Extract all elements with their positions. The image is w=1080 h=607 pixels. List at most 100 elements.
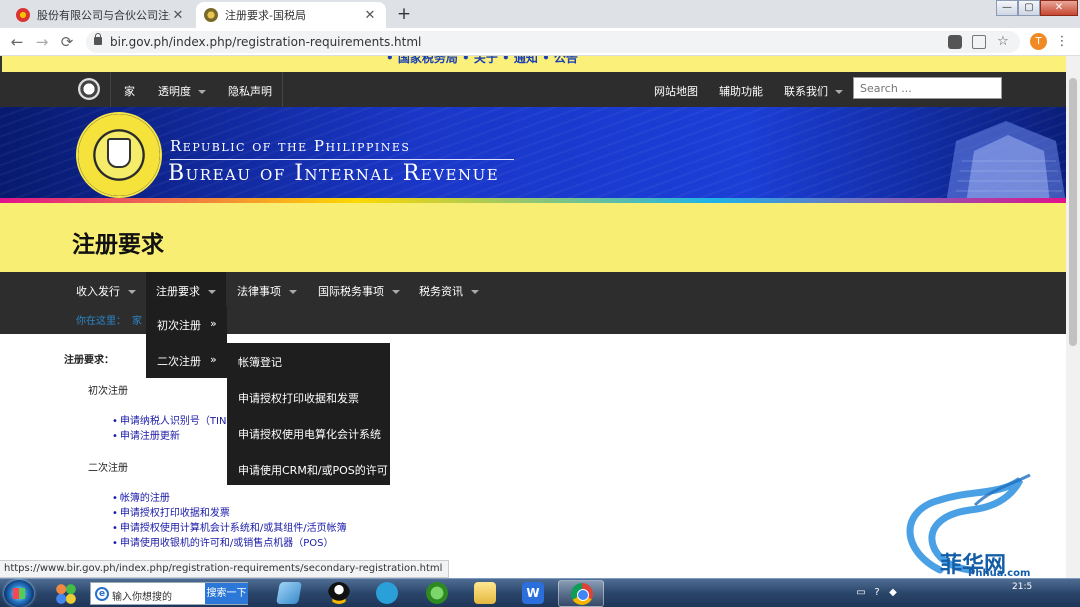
taskbar-app-files[interactable] bbox=[266, 580, 312, 607]
tray-shield-icon[interactable]: ◆ bbox=[886, 586, 900, 600]
nav-transparency[interactable]: 透明度 bbox=[158, 83, 206, 99]
banner-bureau-text: Bureau of Internal Revenue bbox=[168, 161, 500, 186]
window-minimize-button[interactable]: — bbox=[996, 0, 1018, 16]
dropdown-secondary-registration[interactable]: 二次注册 » bbox=[146, 342, 227, 378]
tray-network-icon[interactable]: ▭ bbox=[854, 586, 868, 600]
folder-glass-icon bbox=[276, 582, 302, 604]
start-button[interactable] bbox=[4, 580, 34, 607]
tab-close-icon[interactable]: ✕ bbox=[170, 8, 186, 23]
announcement-text[interactable]: • 国家税务局 • 关于 • 通知 • 公告 bbox=[386, 56, 578, 66]
taskbar-app-qq[interactable] bbox=[316, 580, 362, 607]
telegram-icon bbox=[376, 582, 398, 604]
lock-icon[interactable] bbox=[94, 33, 102, 45]
bullet-icon: • bbox=[112, 493, 118, 504]
new-tab-button[interactable]: + bbox=[394, 4, 414, 24]
page-title: 注册要求 bbox=[72, 232, 164, 258]
nav-accessibility[interactable]: 辅助功能 bbox=[719, 83, 763, 99]
menu-revenue[interactable]: 收入发行 bbox=[66, 272, 146, 306]
taskbar-clock[interactable]: 21:5 bbox=[1012, 581, 1032, 593]
browser-tab[interactable]: 股份有限公司与合伙公司注册攻 ✕ bbox=[8, 2, 194, 28]
url-text[interactable]: bir.gov.ph/index.php/registration-requir… bbox=[110, 35, 421, 49]
browser-menu-icon[interactable]: ⋮ bbox=[1055, 33, 1069, 50]
profile-avatar[interactable]: T bbox=[1030, 33, 1047, 50]
submenu-print-receipts[interactable]: 申请授权打印收据和发票 bbox=[227, 379, 390, 415]
bullet-icon: • bbox=[112, 431, 118, 442]
link-text[interactable]: 帐簿的注册 bbox=[120, 493, 170, 504]
chrome-icon bbox=[571, 583, 593, 605]
taskbar-search-box[interactable]: e 输入你想搜的 搜索一下 bbox=[90, 582, 248, 605]
link-print-receipts[interactable]: • 申请授权打印收据和发票 bbox=[112, 504, 230, 519]
taskbar-app-telegram[interactable] bbox=[364, 580, 410, 607]
secondary-registration-submenu: 帐簿登记 申请授权打印收据和发票 申请授权使用电算化会计系统 申请使用CRM和/… bbox=[227, 343, 390, 485]
breadcrumb-home-link[interactable]: 家 bbox=[132, 316, 142, 327]
app-balls-icon[interactable] bbox=[54, 582, 78, 606]
browser-toolbar: ← → ⟳ bir.gov.ph/index.php/registration-… bbox=[0, 28, 1080, 56]
link-text[interactable]: 申请授权打印收据和发票 bbox=[120, 508, 230, 519]
forward-arrow-icon[interactable]: → bbox=[33, 33, 51, 51]
link-apply-tin[interactable]: • 申请纳税人识别号（TIN） bbox=[112, 412, 236, 427]
page-title-bar: 注册要求 bbox=[0, 203, 1066, 272]
tab-close-icon[interactable]: ✕ bbox=[362, 8, 378, 23]
seal-shield-icon bbox=[107, 138, 131, 168]
tray-help-icon[interactable]: ? bbox=[870, 586, 884, 600]
tab-favicon-icon bbox=[16, 8, 30, 22]
taskbar-search-button[interactable]: 搜索一下 bbox=[205, 583, 248, 604]
submenu-computerized-accounting[interactable]: 申请授权使用电算化会计系统 bbox=[227, 415, 390, 451]
taskbar-app-wps[interactable]: W bbox=[510, 580, 556, 607]
ie-green-icon bbox=[426, 582, 448, 604]
window-maximize-button[interactable]: ▢ bbox=[1018, 0, 1040, 16]
site-banner: Republic of the Philippines Bureau of In… bbox=[0, 107, 1066, 203]
link-text[interactable]: 申请使用收银机的许可和/或销售点机器（POS） bbox=[120, 538, 334, 549]
top-navigation: 家 透明度 隐私声明 网站地图 辅助功能 联系我们 bbox=[0, 72, 1066, 107]
link-cash-register-pos[interactable]: • 申请使用收银机的许可和/或销售点机器（POS） bbox=[112, 534, 334, 549]
menu-legal[interactable]: 法律事项 bbox=[227, 272, 307, 306]
menu-tax-info[interactable]: 税务资讯 bbox=[409, 272, 489, 306]
system-tray: ▭ ? ◆ bbox=[850, 583, 940, 605]
bookmark-star-icon[interactable]: ☆ bbox=[996, 35, 1010, 49]
taskbar-app-explorer[interactable] bbox=[462, 580, 508, 607]
dropdown-initial-registration[interactable]: 初次注册 » bbox=[146, 306, 227, 342]
bir-seal-small-icon[interactable] bbox=[78, 78, 100, 100]
taskbar-app-browser-360[interactable] bbox=[414, 580, 460, 607]
page-scrollbar[interactable] bbox=[1066, 56, 1080, 578]
reload-icon[interactable]: ⟳ bbox=[58, 33, 76, 51]
link-text[interactable]: 申请注册更新 bbox=[120, 431, 180, 442]
link-text[interactable]: 申请纳税人识别号（TIN） bbox=[120, 416, 237, 427]
bullet-icon: • bbox=[112, 538, 118, 549]
browser-tab-active[interactable]: 注册要求-国税局 ✕ bbox=[196, 2, 386, 28]
extension-icon[interactable] bbox=[948, 35, 962, 49]
taskbar-app-chrome[interactable] bbox=[558, 580, 604, 607]
windows-logo-icon bbox=[13, 588, 25, 599]
caret-down-icon bbox=[835, 90, 843, 94]
back-arrow-icon[interactable]: ← bbox=[8, 33, 26, 51]
bullet-icon: • bbox=[112, 523, 118, 534]
taskbar-search-input[interactable]: 输入你想搜的 bbox=[112, 588, 172, 603]
nav-contact[interactable]: 联系我们 bbox=[784, 83, 843, 99]
nav-home[interactable]: 家 bbox=[124, 83, 135, 99]
caret-down-icon bbox=[128, 290, 136, 294]
link-text[interactable]: 申请授权使用计算机会计系统和/或其组件/活页帐簿 bbox=[120, 523, 347, 534]
search-input[interactable] bbox=[853, 77, 1002, 99]
nav-privacy[interactable]: 隐私声明 bbox=[228, 83, 272, 99]
link-books-registration[interactable]: • 帐簿的注册 bbox=[112, 489, 170, 504]
submenu-crm-pos-permit[interactable]: 申请使用CRM和/或POS的许可 bbox=[227, 451, 390, 487]
window-close-button[interactable]: ✕ bbox=[1040, 0, 1078, 16]
caret-down-icon bbox=[208, 290, 216, 294]
translate-icon[interactable] bbox=[972, 35, 986, 49]
link-computerized-accounting[interactable]: • 申请授权使用计算机会计系统和/或其组件/活页帐簿 bbox=[112, 519, 347, 534]
submenu-books-registration[interactable]: 帐簿登记 bbox=[227, 343, 390, 379]
menu-registration[interactable]: 注册要求 bbox=[146, 272, 226, 306]
nav-sitemap[interactable]: 网站地图 bbox=[654, 83, 698, 99]
scrollbar-thumb[interactable] bbox=[1069, 78, 1077, 346]
address-bar[interactable]: bir.gov.ph/index.php/registration-requir… bbox=[86, 31, 1020, 53]
secondary-registration-heading: 二次注册 bbox=[88, 463, 128, 474]
menu-international[interactable]: 国际税务事项 bbox=[308, 272, 410, 306]
bir-seal-logo[interactable] bbox=[78, 114, 160, 196]
web-page: • 国家税务局 • 关于 • 通知 • 公告 家 透明度 隐私声明 网站地图 辅… bbox=[0, 56, 1066, 578]
tab-title: 注册要求-国税局 bbox=[225, 9, 306, 22]
tab-favicon-icon bbox=[204, 8, 218, 22]
caret-down-icon bbox=[289, 290, 297, 294]
tab-strip: 股份有限公司与合伙公司注册攻 ✕ 注册要求-国税局 ✕ + — ▢ ✕ bbox=[0, 0, 1080, 28]
link-registration-update[interactable]: • 申请注册更新 bbox=[112, 427, 180, 442]
breadcrumb: 你在这里： 家 bbox=[76, 312, 142, 327]
